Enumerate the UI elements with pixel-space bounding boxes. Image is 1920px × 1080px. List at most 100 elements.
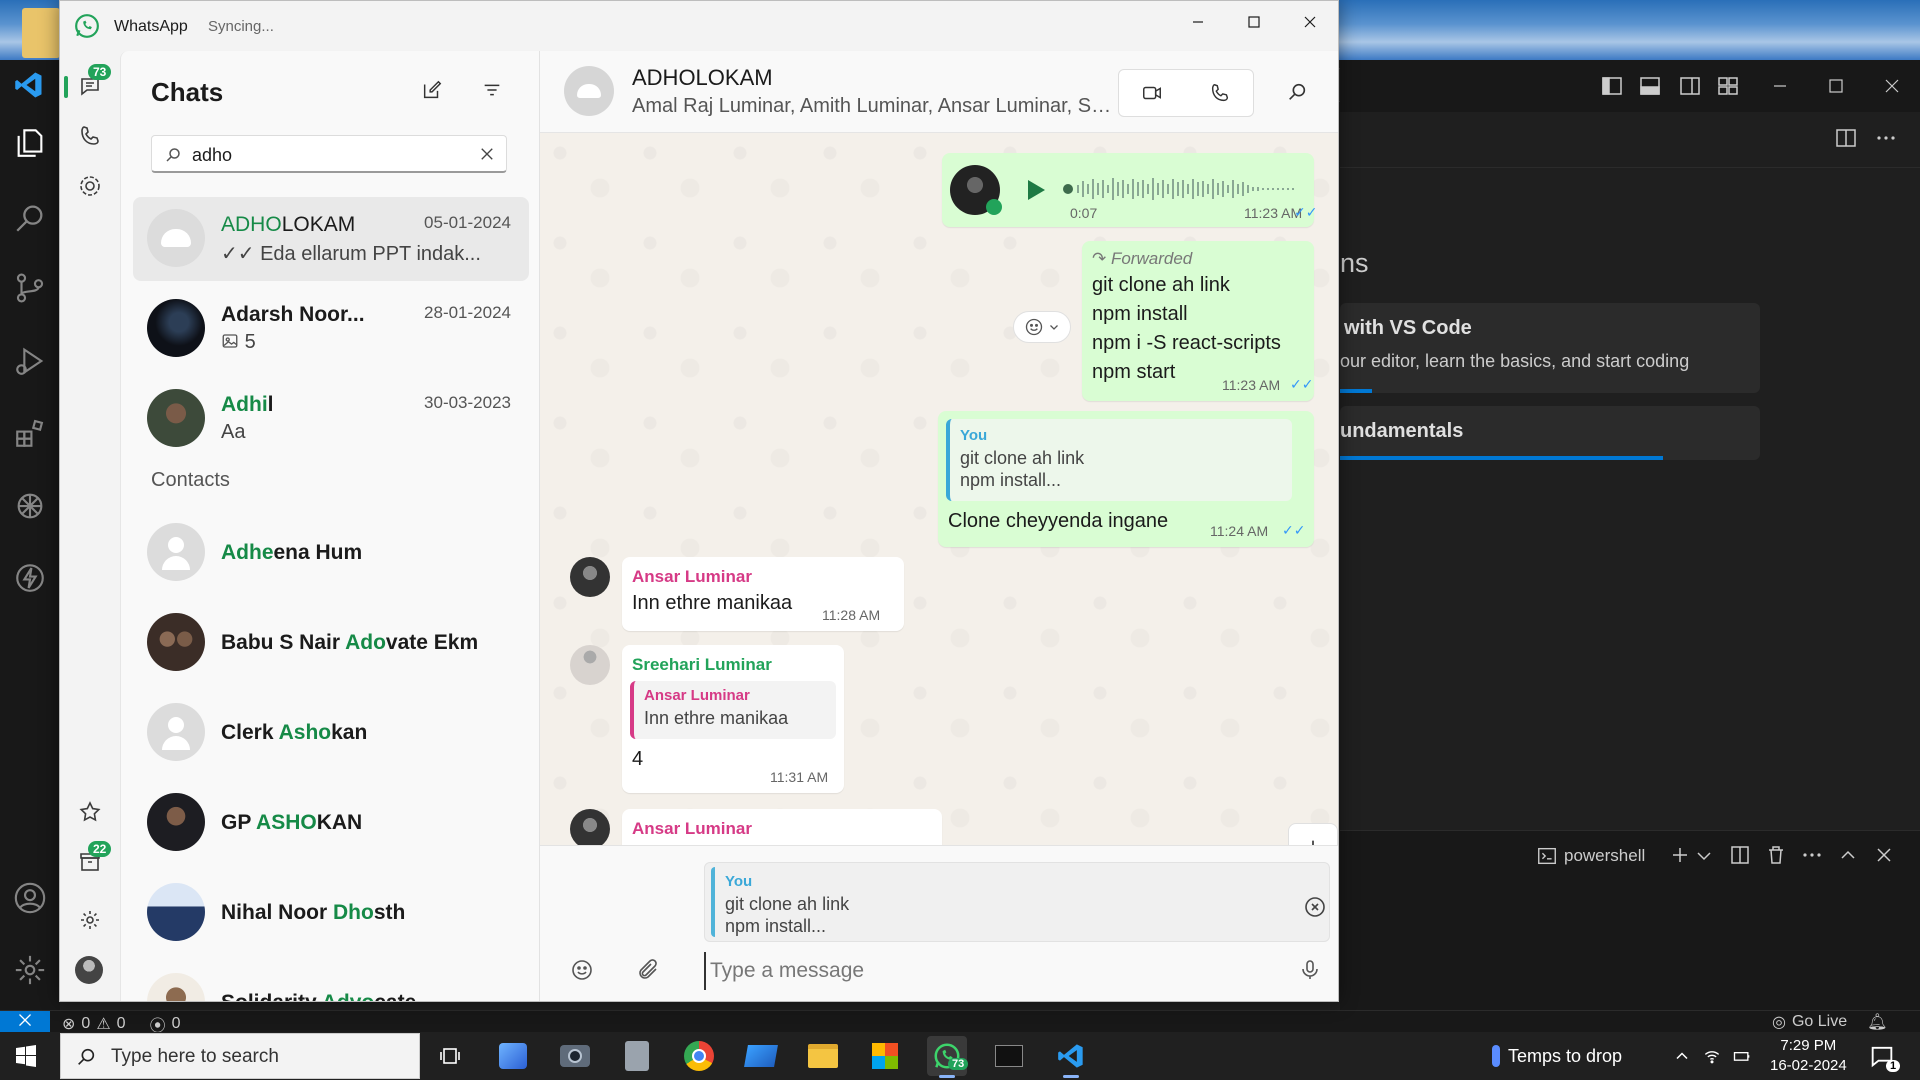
chat-item-adarsh[interactable]: Adarsh Noor... 28-01-2024 5 — [133, 287, 529, 371]
windows-start-icon[interactable] — [14, 1044, 38, 1068]
chrome-app-icon[interactable] — [679, 1036, 719, 1076]
manage-gear-icon[interactable] — [12, 952, 48, 988]
reply-message[interactable]: You git clone ah link npm install... Clo… — [938, 411, 1314, 547]
search-input[interactable]: adho — [151, 135, 507, 173]
remote-desktop-app-icon[interactable] — [741, 1036, 781, 1076]
bell-icon[interactable]: 🔔︎ — [1867, 1012, 1887, 1032]
search-in-chat-icon[interactable] — [1286, 81, 1310, 105]
close-panel-icon[interactable] — [1872, 843, 1896, 867]
explorer-icon[interactable] — [12, 125, 48, 161]
contact-item[interactable]: Babu S Nair Adovate Ekm — [133, 601, 529, 685]
walkthrough-card-get-started[interactable]: with VS Code our editor, learn the basic… — [1340, 303, 1760, 393]
filter-icon[interactable] — [481, 79, 507, 105]
contact-item[interactable]: Nihal Noor Dhosth — [133, 871, 529, 955]
lightning-icon[interactable] — [12, 560, 48, 596]
sender-avatar[interactable] — [570, 557, 610, 597]
microphone-icon[interactable] — [1298, 958, 1326, 986]
starred-messages-icon[interactable] — [73, 795, 107, 829]
run-debug-icon[interactable] — [12, 343, 48, 379]
scroll-to-bottom-button[interactable] — [1288, 823, 1338, 845]
customize-layout-icon[interactable] — [1716, 74, 1740, 98]
vscode-taskbar-icon[interactable] — [1051, 1036, 1091, 1078]
profile-avatar[interactable] — [75, 956, 103, 984]
incoming-reply-message[interactable]: Sreehari Luminar Ansar Luminar Inn ethre… — [622, 645, 844, 793]
account-icon[interactable] — [12, 880, 48, 916]
message-list[interactable]: 0:07 11:23 AM ✓✓ ↷ Forwarded git clone a… — [540, 133, 1338, 845]
kill-terminal-icon[interactable] — [1764, 843, 1788, 867]
quoted-message[interactable]: You git clone ah link npm install... — [946, 419, 1292, 501]
sender-name[interactable]: Ansar Luminar — [632, 819, 752, 839]
cancel-reply-icon[interactable] — [1303, 895, 1327, 919]
contact-item[interactable]: Solidarity Advocate — [133, 961, 529, 1001]
search-icon[interactable] — [12, 200, 48, 236]
toggle-panel-icon[interactable] — [1638, 74, 1662, 98]
folder-icon[interactable] — [22, 8, 60, 58]
split-editor-icon[interactable] — [1834, 126, 1858, 150]
more-actions-icon[interactable] — [1874, 126, 1898, 150]
walkthrough-card-fundamentals[interactable]: undamentals — [1340, 406, 1760, 460]
conversation-header[interactable]: ADHOLOKAM Amal Raj Luminar, Amith Lumina… — [540, 51, 1338, 133]
maximize-panel-icon[interactable] — [1836, 843, 1860, 867]
play-icon[interactable] — [1026, 179, 1046, 201]
voice-message[interactable]: 0:07 11:23 AM ✓✓ — [942, 153, 1317, 227]
close-button[interactable] — [1282, 1, 1338, 43]
extensions-icon[interactable] — [12, 415, 48, 451]
sender-avatar[interactable] — [570, 645, 610, 685]
forwarded-message[interactable]: ↷ Forwarded git clone ah link npm instal… — [1082, 241, 1314, 401]
battery-icon[interactable] — [1732, 1046, 1752, 1066]
split-terminal-icon[interactable] — [1728, 843, 1752, 867]
toggle-sidebar-icon[interactable] — [1600, 74, 1624, 98]
sender-name[interactable]: Ansar Luminar — [632, 567, 752, 587]
contact-item[interactable]: Clerk Ashokan — [133, 691, 529, 775]
message-input[interactable] — [704, 952, 1264, 990]
remote-indicator-icon[interactable]: ⨉ — [0, 1011, 50, 1033]
go-live-button[interactable]: ◎ Go Live 🔔︎ — [1772, 1012, 1887, 1032]
vscode-close-icon[interactable] — [1880, 74, 1904, 98]
toggle-secondary-sidebar-icon[interactable] — [1678, 74, 1702, 98]
calculator-app-icon[interactable] — [617, 1036, 657, 1076]
vscode-maximize-icon[interactable] — [1824, 74, 1848, 98]
microsoft-store-app-icon[interactable] — [865, 1036, 905, 1076]
camera-app-icon[interactable] — [555, 1036, 595, 1076]
contact-item[interactable]: Adheena Hum — [133, 511, 529, 595]
waveform[interactable] — [1062, 175, 1302, 203]
chat-item-adhil[interactable]: Adhil 30-03-2023 Aa — [133, 377, 529, 461]
chevron-up-icon[interactable] — [1672, 1046, 1692, 1066]
task-view-icon[interactable] — [430, 1036, 470, 1076]
new-terminal-icon[interactable] — [1668, 843, 1692, 867]
incoming-message[interactable]: Ansar Luminar — [622, 809, 942, 845]
wifi-icon[interactable] — [1702, 1046, 1722, 1066]
new-chat-icon[interactable] — [421, 79, 447, 105]
weather-widget[interactable]: Temps to drop — [1492, 1045, 1622, 1067]
sender-avatar[interactable] — [570, 809, 610, 845]
status-icon[interactable] — [73, 169, 107, 203]
contact-item[interactable]: GP ASHOKAN — [133, 781, 529, 865]
terminal-app-icon[interactable] — [989, 1036, 1029, 1076]
attach-paperclip-icon[interactable] — [636, 958, 664, 986]
clear-search-icon[interactable] — [478, 145, 496, 163]
terminal-tab[interactable]: powershell — [1536, 845, 1645, 867]
calls-icon[interactable] — [73, 119, 107, 153]
minimize-button[interactable] — [1170, 1, 1226, 43]
emoji-icon[interactable] — [570, 958, 598, 986]
terminal-dropdown-icon[interactable] — [1692, 843, 1711, 867]
whatsapp-taskbar-icon[interactable] — [927, 1036, 967, 1078]
maximize-button[interactable] — [1226, 1, 1282, 43]
panel-more-icon[interactable] — [1800, 843, 1824, 867]
vscode-minimize-icon[interactable] — [1768, 74, 1792, 98]
react-button[interactable] — [1013, 311, 1071, 343]
voice-call-icon[interactable] — [1209, 82, 1233, 106]
group-avatar[interactable] — [564, 66, 614, 116]
chatgpt-icon[interactable] — [12, 488, 48, 524]
quoted-message[interactable]: Ansar Luminar Inn ethre manikaa — [630, 681, 836, 739]
source-control-icon[interactable] — [12, 270, 48, 306]
photos-app-icon[interactable] — [493, 1036, 533, 1076]
file-explorer-app-icon[interactable] — [803, 1036, 843, 1076]
incoming-message[interactable]: Ansar Luminar Inn ethre manikaa 11:28 AM — [622, 557, 904, 631]
sender-name[interactable]: Sreehari Luminar — [632, 655, 772, 675]
settings-gear-icon[interactable] — [73, 903, 107, 937]
chat-item-adholokam[interactable]: ADHOLOKAM 05-01-2024 ✓✓ Eda ellarum PPT … — [133, 197, 529, 281]
video-call-icon[interactable] — [1141, 82, 1165, 106]
system-clock[interactable]: 7:29 PM 16-02-2024 — [1770, 1036, 1847, 1076]
taskbar-search[interactable]: Type here to search — [60, 1033, 420, 1079]
